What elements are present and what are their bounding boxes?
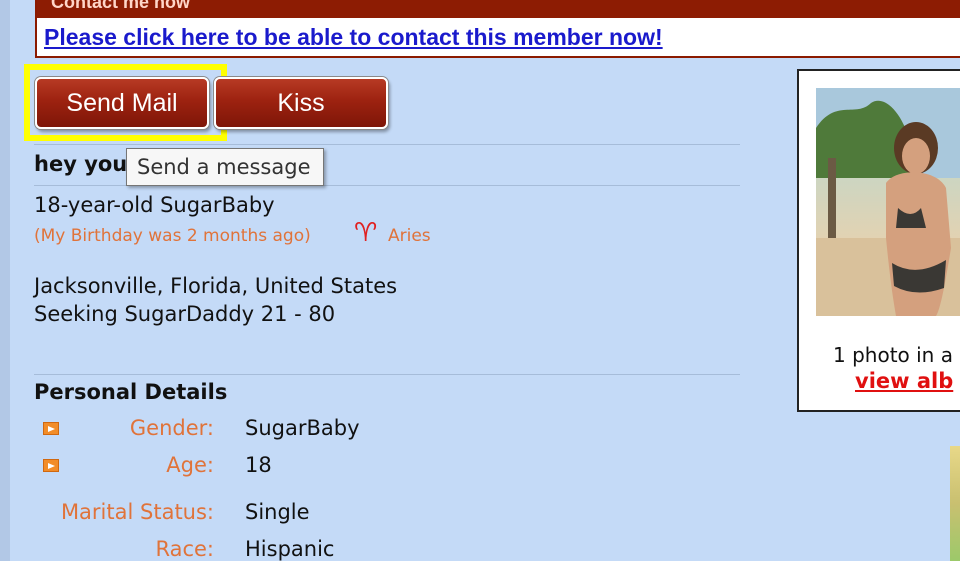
personal-details-title: Personal Details <box>34 380 228 404</box>
contact-heading: Contact me now <box>37 0 960 18</box>
side-banner-edge <box>950 446 960 561</box>
race-value: Hispanic <box>245 537 335 561</box>
view-album-link[interactable]: view alb <box>855 369 953 393</box>
arrow-icon <box>43 422 59 435</box>
age-summary: 18-year-old SugarBaby <box>34 193 275 217</box>
aries-icon: ♈ <box>354 218 378 248</box>
birthday-note: (My Birthday was 2 months ago) <box>34 226 311 246</box>
gender-label: Gender: <box>129 416 214 440</box>
photo-album-box: 1 photo in a view alb <box>797 69 960 412</box>
contact-banner: Contact me now Please click here to be a… <box>35 0 960 58</box>
kiss-button[interactable]: Kiss <box>214 77 388 129</box>
location: Jacksonville, Florida, United States <box>34 274 398 298</box>
profile-headline: hey you <box>34 152 128 176</box>
profile-photo[interactable] <box>816 88 960 316</box>
gender-value: SugarBaby <box>245 416 360 440</box>
arrow-icon <box>43 459 59 472</box>
divider <box>34 374 740 375</box>
divider <box>34 144 740 145</box>
marital-status-label: Marital Status: <box>60 500 214 524</box>
contact-member-link[interactable]: Please click here to be able to contact … <box>44 24 663 51</box>
zodiac-sign: Aries <box>388 226 431 246</box>
age-value: 18 <box>245 453 272 477</box>
marital-status-value: Single <box>245 500 310 524</box>
age-label: Age: <box>166 453 214 477</box>
left-border-strip <box>0 0 10 561</box>
race-label: Race: <box>155 537 214 561</box>
seeking: Seeking SugarDaddy 21 - 80 <box>34 302 336 326</box>
send-message-tooltip: Send a message <box>126 148 324 186</box>
send-mail-button[interactable]: Send Mail <box>35 77 209 129</box>
photo-count: 1 photo in a <box>833 343 953 367</box>
